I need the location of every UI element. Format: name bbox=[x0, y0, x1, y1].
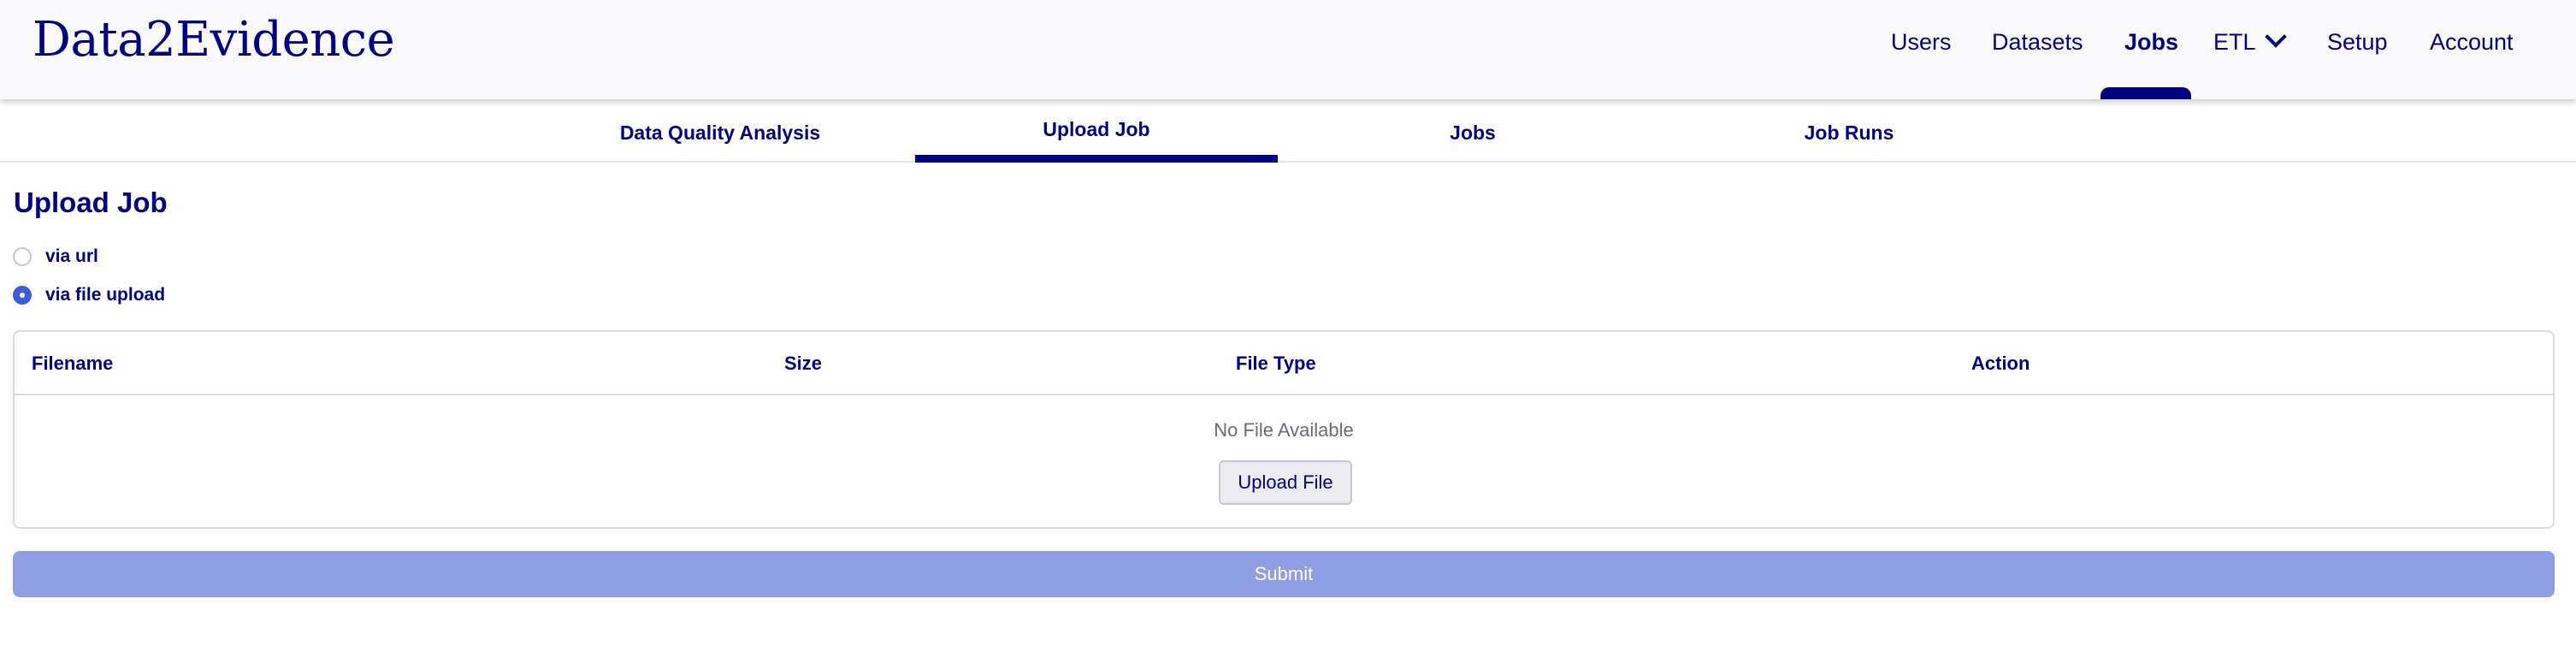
page-title: Upload Job bbox=[14, 187, 168, 218]
nav-account[interactable]: Account bbox=[2430, 29, 2514, 63]
table-header-row: Filename Size File Type Action bbox=[15, 332, 2553, 395]
radio-button[interactable] bbox=[13, 247, 32, 266]
radio-via-file-upload[interactable]: via file upload bbox=[13, 282, 165, 308]
tab-label: Data Quality Analysis bbox=[619, 122, 821, 144]
radio-label: via file upload bbox=[45, 285, 166, 305]
tab-label: Jobs bbox=[1450, 122, 1496, 144]
column-header-file-type: File Type bbox=[1236, 353, 1316, 374]
tab-jobs[interactable]: Jobs bbox=[1291, 99, 1654, 161]
top-header: Data2Evidence Users Datasets Jobs ETL Se… bbox=[0, 0, 2576, 99]
nav-etl-label: ETL bbox=[2213, 29, 2256, 55]
sub-tab-bar: Data Quality Analysis Upload Job Jobs Jo… bbox=[0, 99, 2576, 163]
column-header-size: Size bbox=[784, 353, 823, 374]
tab-upload-job[interactable]: Upload Job bbox=[915, 99, 1278, 163]
tab-data-quality-analysis[interactable]: Data Quality Analysis bbox=[539, 99, 901, 161]
brand-logo[interactable]: Data2Evidence bbox=[32, 12, 395, 68]
chevron-down-icon bbox=[2264, 26, 2287, 48]
nav-setup[interactable]: Setup bbox=[2327, 29, 2388, 63]
nav-etl[interactable]: ETL bbox=[2213, 26, 2287, 63]
upload-file-button[interactable]: Upload File bbox=[1219, 460, 1352, 505]
radio-via-url[interactable]: via url bbox=[13, 244, 98, 270]
column-header-filename: Filename bbox=[32, 353, 114, 374]
tab-job-runs[interactable]: Job Runs bbox=[1668, 99, 2030, 161]
tab-label: Job Runs bbox=[1804, 122, 1894, 144]
nav-datasets[interactable]: Datasets bbox=[1992, 29, 2083, 63]
file-table: Filename Size File Type Action No File A… bbox=[13, 330, 2555, 529]
active-nav-indicator bbox=[2100, 87, 2191, 99]
radio-label: via url bbox=[45, 246, 98, 266]
tab-label: Upload Job bbox=[1043, 118, 1150, 140]
column-header-action: Action bbox=[1971, 353, 2030, 374]
empty-state-text: No File Available bbox=[1214, 419, 1354, 441]
radio-button-checked[interactable] bbox=[13, 286, 32, 305]
nav-jobs[interactable]: Jobs bbox=[2124, 29, 2178, 63]
nav-users[interactable]: Users bbox=[1891, 29, 1952, 63]
submit-button[interactable]: Submit bbox=[13, 551, 2555, 597]
